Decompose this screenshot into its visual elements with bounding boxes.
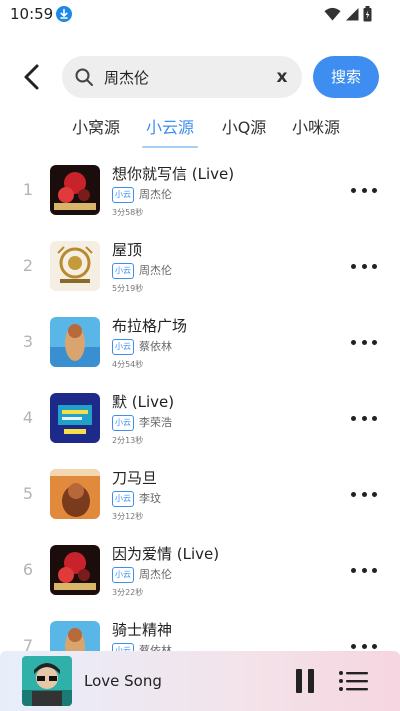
download-icon [56,6,72,22]
album-cover [50,165,100,215]
search-icon [75,68,93,86]
playlist-icon[interactable] [338,670,368,692]
tab-xiaoyun[interactable]: 小云源 [140,114,200,148]
song-title: 因为爱情 (Live) [112,545,220,563]
back-button[interactable] [18,62,46,92]
source-badge: 小云 [112,187,134,203]
more-options-button[interactable] [351,336,377,348]
tab-xiaoq[interactable]: 小Q源 [216,114,272,144]
more-options-button[interactable] [351,412,377,424]
song-duration: 3分58秒 [112,208,144,217]
song-index: 6 [22,560,34,579]
song-artist: 李荣浩 [139,416,172,429]
song-title: 屋顶 [112,241,143,259]
song-artist: 李玟 [139,492,161,505]
song-duration: 3分12秒 [112,512,144,521]
song-title: 布拉格广场 [112,317,188,335]
tab-xiaowo[interactable]: 小窝源 [66,114,126,144]
search-row: x 搜索 [0,52,400,100]
song-artist: 周杰伦 [139,188,172,201]
status-bar: 10:59 [0,0,400,30]
source-badge: 小云 [112,339,134,355]
album-cover [50,469,100,519]
song-index: 2 [22,256,34,275]
source-badge: 小云 [112,567,134,583]
song-index: 1 [22,180,34,199]
more-options-button[interactable] [351,488,377,500]
more-options-button[interactable] [351,184,377,196]
source-badge: 小云 [112,491,134,507]
pause-button[interactable] [296,669,314,693]
search-input[interactable] [104,56,274,98]
battery-icon [363,6,372,22]
song-index: 5 [22,484,34,503]
wifi-icon [324,7,341,21]
status-icons [324,6,372,22]
song-duration: 5分19秒 [112,284,144,293]
search-box: x [62,56,302,98]
song-row[interactable]: 3 布拉格广场 小云 蔡依林 4分54秒 [0,306,400,382]
signal-icon [346,8,359,21]
now-playing-title: Love Song [84,672,162,690]
now-playing-bar[interactable]: Love Song [0,651,400,711]
song-artist: 周杰伦 [139,568,172,581]
source-badge: 小云 [112,263,134,279]
song-row[interactable]: 4 默 (Live) 小云 李荣浩 2分13秒 [0,382,400,458]
song-duration: 2分13秒 [112,436,144,445]
now-playing-cover [22,656,72,706]
clear-search-button[interactable]: x [272,66,292,88]
song-artist: 蔡依林 [139,340,172,353]
song-row[interactable]: 1 想你就写信 (Live) 小云 周杰伦 3分58秒 [0,154,400,230]
tab-xiaomi[interactable]: 小咪源 [286,114,346,144]
more-options-button[interactable] [351,260,377,272]
status-time: 10:59 [10,5,54,23]
album-cover [50,241,100,291]
song-duration: 3分22秒 [112,588,144,597]
album-cover [50,545,100,595]
song-title: 骑士精神 [112,621,173,639]
song-title: 默 (Live) [112,393,175,411]
song-row[interactable]: 2 屋顶 小云 周杰伦 5分19秒 [0,230,400,306]
source-tabs: 小窝源 小云源 小Q源 小咪源 [0,114,400,148]
source-badge: 小云 [112,415,134,431]
album-cover [50,393,100,443]
song-row[interactable]: 6 因为爱情 (Live) 小云 周杰伦 3分22秒 [0,534,400,610]
song-row[interactable]: 5 刀马旦 小云 李玟 3分12秒 [0,458,400,534]
song-index: 3 [22,332,34,351]
song-title: 想你就写信 (Live) [112,165,235,183]
song-title: 刀马旦 [112,469,158,487]
song-duration: 4分54秒 [112,360,144,369]
back-arrow-icon [24,64,39,90]
album-cover [50,317,100,367]
search-button[interactable]: 搜索 [313,56,379,98]
song-index: 4 [22,408,34,427]
more-options-button[interactable] [351,564,377,576]
song-artist: 周杰伦 [139,264,172,277]
